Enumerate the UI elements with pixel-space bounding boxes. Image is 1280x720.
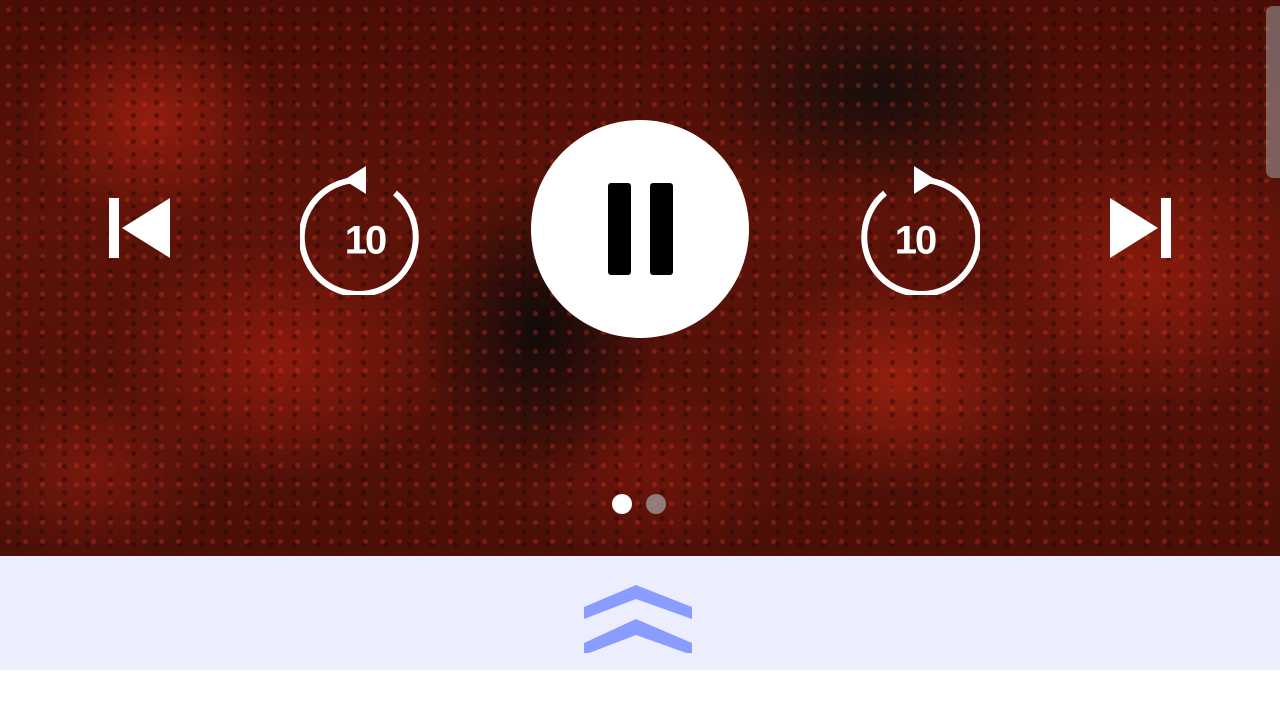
video-player[interactable]: 10 10 bbox=[0, 0, 1280, 556]
skip-next-button[interactable] bbox=[1100, 188, 1180, 268]
skip-previous-button[interactable] bbox=[100, 188, 180, 268]
rewind-seconds-label: 10 bbox=[344, 218, 388, 263]
pause-button[interactable] bbox=[531, 120, 749, 338]
expand-button[interactable] bbox=[580, 573, 700, 655]
bottom-drawer[interactable] bbox=[0, 556, 1280, 670]
double-chevron-up-icon bbox=[584, 585, 692, 655]
page-dot-inactive[interactable] bbox=[646, 494, 666, 514]
page-dot-active[interactable] bbox=[612, 494, 632, 514]
forward-10-button[interactable]: 10 bbox=[850, 160, 980, 295]
scroll-indicator[interactable] bbox=[1266, 6, 1280, 178]
skip-next-icon bbox=[1110, 198, 1171, 258]
forward-seconds-label: 10 bbox=[894, 218, 938, 263]
rewind-10-button[interactable]: 10 bbox=[300, 160, 430, 295]
page-indicator bbox=[612, 494, 666, 514]
skip-previous-icon bbox=[109, 198, 170, 258]
pause-icon bbox=[608, 183, 673, 275]
